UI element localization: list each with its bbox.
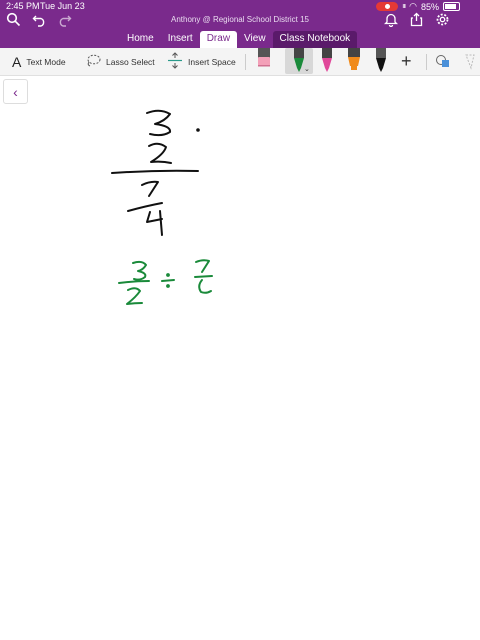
ink-digit-7 <box>141 180 159 197</box>
ink-digit-2 <box>148 142 172 164</box>
ink-dot <box>196 128 200 132</box>
ink-green-fraction-bar-left <box>118 280 150 284</box>
ink-green-digit-2 <box>126 287 143 305</box>
ink-green-divide-dot-bottom <box>166 284 170 288</box>
ink-green-digit-3 <box>132 260 147 281</box>
green-ink-expression <box>118 259 213 305</box>
ink-green-digit-7 <box>195 259 210 273</box>
ink-digit-4 <box>146 210 163 236</box>
ink-fraction-bar-small <box>127 202 163 212</box>
ink-green-fraction-bar-right <box>194 275 213 278</box>
ink-main-fraction-bar <box>111 169 199 174</box>
ink-green-divide-sign <box>161 279 175 282</box>
ink-canvas[interactable] <box>0 0 480 640</box>
ink-digit-3 <box>146 109 172 137</box>
black-ink-complex-fraction <box>111 109 200 236</box>
ink-green-divide-dot-top <box>166 273 170 277</box>
ink-green-digit-4 <box>198 279 212 294</box>
